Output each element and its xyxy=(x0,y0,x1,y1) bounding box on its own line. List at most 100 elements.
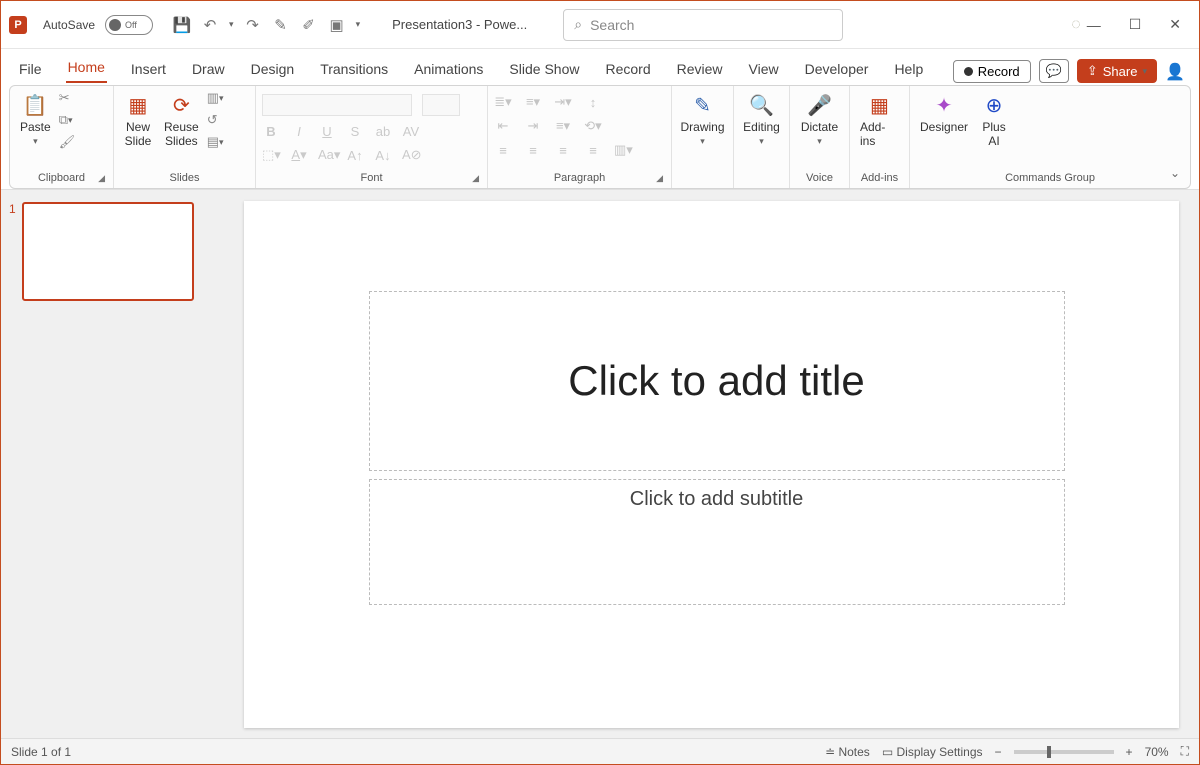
thumbnail-preview[interactable] xyxy=(22,202,194,301)
tab-home[interactable]: Home xyxy=(66,53,107,83)
title-placeholder[interactable]: Click to add title xyxy=(369,291,1065,471)
tab-review[interactable]: Review xyxy=(675,55,725,83)
touch-mode-icon[interactable]: ✎ xyxy=(272,16,290,34)
subtitle-placeholder[interactable]: Click to add subtitle xyxy=(369,479,1065,605)
statusbar: Slide 1 of 1 ≐ Notes ▭ Display Settings … xyxy=(1,738,1199,764)
thumbnail-1[interactable]: 1 xyxy=(9,202,215,301)
tab-design[interactable]: Design xyxy=(249,55,297,83)
paste-button[interactable]: 📋 Paste▾ xyxy=(16,90,55,149)
undo-icon[interactable]: ↶ xyxy=(201,16,219,34)
decrease-indent-button[interactable]: ⇤ xyxy=(494,118,512,134)
zoom-slider[interactable] xyxy=(1014,750,1114,754)
plusai-button[interactable]: ⊕ Plus AI xyxy=(976,90,1012,150)
drawing-button[interactable]: ✎ Drawing▾ xyxy=(677,90,729,149)
editing-button[interactable]: 🔍 Editing▾ xyxy=(739,90,784,149)
designer-button[interactable]: ✦ Designer xyxy=(916,90,972,136)
tab-slideshow[interactable]: Slide Show xyxy=(507,55,581,83)
reuse-slides-button[interactable]: ⟳ Reuse Slides xyxy=(160,90,203,150)
designer-icon: ✦ xyxy=(930,92,958,118)
font-color-button[interactable]: A▾ xyxy=(290,147,308,163)
dictate-button[interactable]: 🎤 Dictate▾ xyxy=(797,90,842,149)
addins-button[interactable]: ▦ Add-ins xyxy=(856,90,903,150)
slide[interactable]: Click to add title Click to add subtitle xyxy=(244,201,1179,728)
italic-button[interactable]: I xyxy=(290,124,308,139)
save-icon[interactable]: 💾 xyxy=(173,16,191,34)
grow-font-button[interactable]: A↑ xyxy=(346,148,364,163)
tab-file[interactable]: File xyxy=(17,55,44,83)
tab-record[interactable]: Record xyxy=(603,55,652,83)
cut-icon[interactable]: ✂ xyxy=(59,90,79,106)
zoom-out-button[interactable]: − xyxy=(995,745,1002,759)
list-level-button[interactable]: ⇥▾ xyxy=(554,94,572,110)
spacing-button[interactable]: AV xyxy=(402,124,420,139)
tab-developer[interactable]: Developer xyxy=(803,55,871,83)
maximize-button[interactable]: ☐ xyxy=(1129,16,1142,33)
slide-canvas-area[interactable]: Click to add title Click to add subtitle xyxy=(223,190,1199,738)
undo-dropdown[interactable]: ▾ xyxy=(229,19,234,30)
bullets-button[interactable]: ≣▾ xyxy=(494,94,512,110)
tab-draw[interactable]: Draw xyxy=(190,55,227,83)
tab-transitions[interactable]: Transitions xyxy=(318,55,390,83)
redo-icon[interactable]: ↷ xyxy=(244,16,262,34)
align-left-button[interactable]: ≡ xyxy=(494,143,512,158)
group-slides: ▦ New Slide ⟳ Reuse Slides ▥ ▾ ↺ ▤ ▾ Sli… xyxy=(114,86,256,188)
new-slide-button[interactable]: ▦ New Slide xyxy=(120,90,156,150)
lightbulb-icon[interactable]: ◌ xyxy=(1071,16,1081,34)
notes-button[interactable]: ≐ Notes xyxy=(825,745,870,759)
clipboard-launcher[interactable]: ◢ xyxy=(98,173,105,184)
comments-button[interactable]: 💬 xyxy=(1039,59,1069,83)
display-settings-button[interactable]: ▭ Display Settings xyxy=(882,745,983,759)
slide-counter[interactable]: Slide 1 of 1 xyxy=(11,745,71,759)
share-button[interactable]: ⇪Share▾ xyxy=(1077,59,1157,83)
tab-insert[interactable]: Insert xyxy=(129,55,168,83)
text-direction-button[interactable]: ⟲▾ xyxy=(584,118,602,134)
zoom-in-button[interactable]: + xyxy=(1126,745,1133,759)
clear-format-button[interactable]: A⊘ xyxy=(402,147,420,163)
underline-button[interactable]: U xyxy=(318,124,336,139)
font-family-select[interactable] xyxy=(262,94,412,116)
section-icon[interactable]: ▤ ▾ xyxy=(207,134,227,150)
fit-to-window-button[interactable]: ⛶ xyxy=(1181,744,1189,759)
tab-view[interactable]: View xyxy=(747,55,781,83)
align-text-button[interactable]: ≡▾ xyxy=(554,118,572,134)
present-icon[interactable]: ▣ xyxy=(328,16,346,34)
font-launcher[interactable]: ◢ xyxy=(472,173,479,184)
bold-button[interactable]: B xyxy=(262,124,280,139)
drawing-icon: ✎ xyxy=(689,92,717,118)
minimize-button[interactable]: — xyxy=(1087,17,1101,33)
reset-icon[interactable]: ↺ xyxy=(207,112,227,128)
line-spacing-button[interactable]: ↕ xyxy=(584,95,602,110)
ink-icon[interactable]: ✐ xyxy=(300,16,318,34)
account-icon[interactable]: 👤 xyxy=(1165,62,1183,80)
close-button[interactable]: ✕ xyxy=(1169,16,1181,33)
share-icon: ⇪ xyxy=(1087,63,1098,79)
collapse-ribbon-icon[interactable]: ⌄ xyxy=(1170,166,1180,180)
align-right-button[interactable]: ≡ xyxy=(554,143,572,158)
shadow-button[interactable]: ab xyxy=(374,124,392,139)
change-case-button[interactable]: Aa▾ xyxy=(318,147,336,163)
paragraph-launcher[interactable]: ◢ xyxy=(656,173,663,184)
layout-icon[interactable]: ▥ ▾ xyxy=(207,90,227,106)
justify-button[interactable]: ≡ xyxy=(584,143,602,158)
highlight-button[interactable]: ⬚▾ xyxy=(262,147,280,163)
copy-icon[interactable]: ⧉ ▾ xyxy=(59,112,79,128)
align-center-button[interactable]: ≡ xyxy=(524,143,542,158)
qat-more[interactable]: ▾ xyxy=(356,19,361,30)
strike-button[interactable]: S xyxy=(346,124,364,139)
document-title[interactable]: Presentation3 - Powe... xyxy=(392,17,527,32)
search-input[interactable]: ⌕ Search xyxy=(563,9,843,41)
slide-thumbnail-panel[interactable]: 1 xyxy=(1,190,223,738)
group-clipboard: 📋 Paste▾ ✂ ⧉ ▾ 🖌 Clipboard◢ xyxy=(10,86,114,188)
numbering-button[interactable]: ≡▾ xyxy=(524,94,542,110)
tab-animations[interactable]: Animations xyxy=(412,55,485,83)
columns-button[interactable]: ▥▾ xyxy=(614,142,632,158)
shrink-font-button[interactable]: A↓ xyxy=(374,148,392,163)
record-button[interactable]: Record xyxy=(953,60,1031,83)
font-size-select[interactable] xyxy=(422,94,460,116)
format-painter-icon[interactable]: 🖌 xyxy=(59,134,79,150)
zoom-level[interactable]: 70% xyxy=(1145,745,1169,759)
group-editing: 🔍 Editing▾ xyxy=(734,86,790,188)
autosave-toggle[interactable]: Off xyxy=(105,15,153,35)
tab-help[interactable]: Help xyxy=(892,55,925,83)
increase-indent-button[interactable]: ⇥ xyxy=(524,118,542,134)
